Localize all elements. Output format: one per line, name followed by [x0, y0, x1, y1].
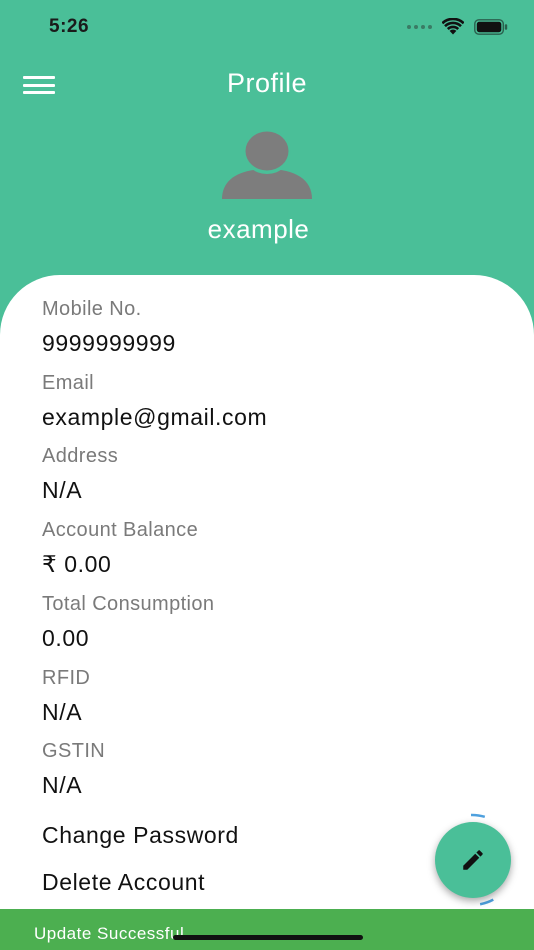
field-label: Email — [42, 372, 95, 394]
field-label: Total Consumption — [42, 593, 215, 615]
field-rfid: RFID N/A — [42, 666, 90, 726]
field-value: 9999999999 — [42, 330, 176, 356]
field-value: N/A — [42, 699, 83, 725]
field-label: Mobile No. — [42, 298, 142, 320]
home-indicator[interactable] — [173, 935, 363, 940]
field-email: Email example@gmail.com — [42, 371, 267, 431]
field-value: N/A — [42, 477, 83, 503]
field-value: N/A — [42, 772, 83, 798]
field-label: Account Balance — [42, 519, 199, 541]
field-label: RFID — [42, 667, 91, 689]
page-title: Profile — [226, 68, 308, 98]
edit-profile-fab[interactable] — [435, 822, 511, 898]
field-value: example@gmail.com — [42, 404, 268, 430]
pencil-icon — [463, 850, 483, 870]
person-icon — [222, 130, 312, 199]
field-gstin: GSTIN N/A — [42, 739, 105, 799]
status-time: 5:26 — [49, 16, 90, 37]
field-value: ₹ 0.00 — [42, 551, 112, 577]
delete-account-button[interactable]: Delete Account — [42, 869, 205, 896]
status-bar: 5:26 — [0, 0, 534, 56]
field-label: Address — [42, 445, 119, 467]
signal-dots-icon — [407, 24, 432, 29]
app-header: Profile — [0, 56, 534, 112]
battery-icon — [474, 18, 508, 35]
field-value: 0.00 — [42, 625, 90, 651]
field-total-consumption: Total Consumption 0.00 — [42, 592, 214, 652]
field-label: GSTIN — [42, 740, 106, 762]
user-name: example — [207, 214, 310, 244]
change-password-button[interactable]: Change Password — [42, 822, 239, 849]
wifi-icon — [442, 18, 464, 35]
snackbar: Update Successful — [0, 909, 534, 950]
field-address: Address N/A — [42, 444, 118, 504]
field-mobile: Mobile No. 9999999999 — [42, 297, 176, 357]
field-account-balance: Account Balance ₹ 0.00 — [42, 518, 198, 578]
snackbar-message: Update Successful — [34, 924, 185, 943]
status-icons — [407, 18, 508, 35]
